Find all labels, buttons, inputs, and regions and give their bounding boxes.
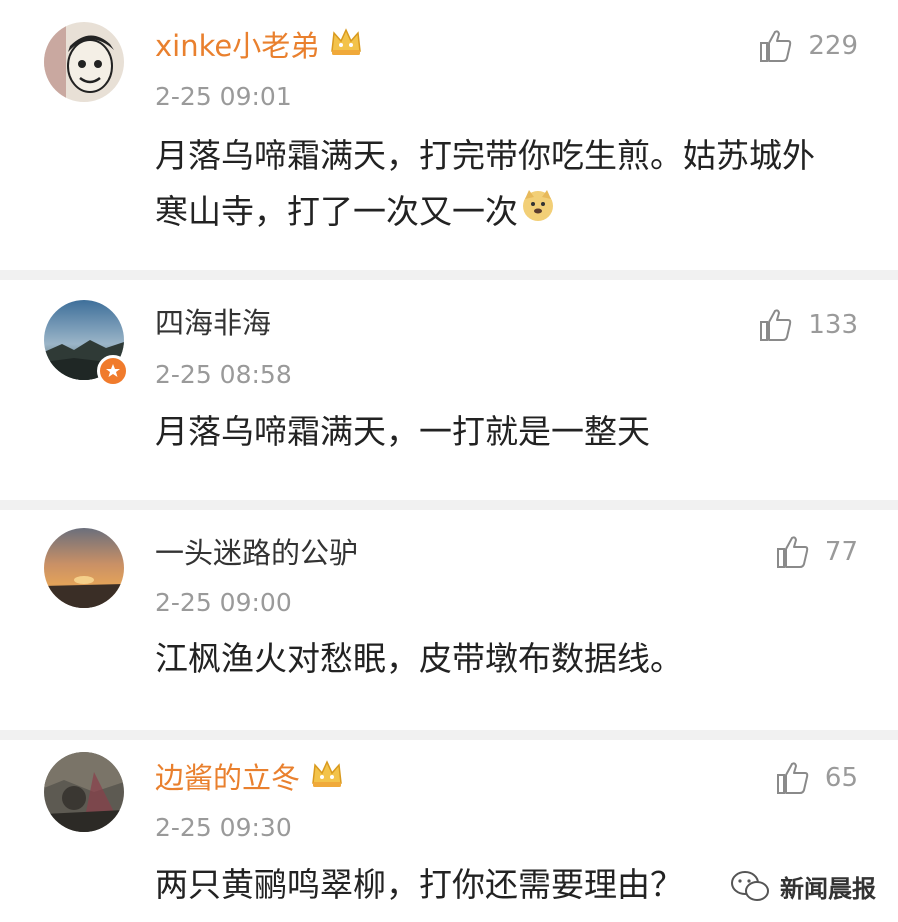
username[interactable]: 一头迷路的公驴: [155, 535, 358, 571]
username-text[interactable]: 一头迷路的公驴: [155, 535, 358, 571]
like-button[interactable]: 65: [775, 760, 858, 796]
user-avatar[interactable]: [44, 528, 124, 608]
thumbs-up-icon: [776, 762, 809, 794]
comment-item: 四海非海 2-25 08:58 133 月落乌啼霜满天，一打就是一整天: [0, 280, 898, 500]
like-button[interactable]: 133: [758, 307, 858, 343]
comment-text-line: 寒山寺，打了一次又一次: [155, 192, 518, 231]
wechat-icon: [731, 870, 769, 901]
comment-time: 2-25 08:58: [155, 360, 292, 389]
comment-item: 一头迷路的公驴 2-25 09:00 77 江枫渔火对愁眠，皮带墩布数据线。: [0, 510, 898, 730]
like-count: 65: [824, 763, 858, 793]
username-text[interactable]: xinke小老弟: [155, 28, 319, 64]
comment-text: 月落乌啼霜满天，打完带你吃生煎。姑苏城外 寒山寺，打了一次又一次: [155, 128, 865, 240]
comment-text: 江枫渔火对愁眠，皮带墩布数据线。: [155, 631, 865, 687]
comment-separator: [0, 730, 898, 740]
watermark: 新闻晨报: [730, 869, 876, 904]
comment-separator: [0, 500, 898, 510]
user-avatar[interactable]: [44, 752, 124, 832]
watermark-text: 新闻晨报: [780, 875, 876, 903]
username[interactable]: 边酱的立冬: [155, 759, 344, 797]
thumbs-up-icon: [760, 30, 792, 62]
comment-text: 月落乌啼霜满天，一打就是一整天: [155, 404, 865, 460]
comment-time: 2-25 09:30: [155, 813, 292, 842]
comment-list: xinke小老弟 2-25 09:01 229 月落乌啼霜满天，打完带你吃生煎。…: [0, 0, 898, 922]
comment-time: 2-25 09:01: [155, 82, 292, 111]
comment-time: 2-25 09:00: [155, 588, 292, 617]
vip-crown-icon: [310, 759, 344, 797]
thumbs-up-icon: [776, 536, 809, 568]
dark-photo-avatar-icon: [44, 752, 124, 832]
username-text[interactable]: 边酱的立冬: [155, 760, 300, 796]
like-count: 77: [824, 537, 858, 567]
like-button[interactable]: 229: [758, 28, 858, 64]
comment-separator: [0, 270, 898, 280]
comment-text-line: 江枫渔火对愁眠，皮带墩布数据线。: [155, 639, 683, 678]
comment-text-line: 月落乌啼霜满天，一打就是一整天: [155, 412, 650, 451]
thumbs-up-icon: [760, 309, 792, 341]
comment-text-line: 月落乌啼霜满天，打完带你吃生煎。姑苏城外: [155, 136, 815, 175]
username[interactable]: xinke小老弟: [155, 27, 363, 65]
like-count: 133: [808, 310, 858, 340]
username-text[interactable]: 四海非海: [155, 305, 271, 341]
like-count: 229: [808, 31, 858, 61]
like-button[interactable]: 77: [775, 534, 858, 570]
verified-badge-icon: [97, 355, 129, 387]
comment-item: xinke小老弟 2-25 09:01 229 月落乌啼霜满天，打完带你吃生煎。…: [0, 0, 898, 270]
user-avatar[interactable]: [44, 22, 124, 102]
doge-emoji-icon: [520, 184, 556, 240]
vip-crown-icon: [329, 27, 363, 65]
username[interactable]: 四海非海: [155, 305, 271, 341]
cartoon-face-avatar-icon: [44, 22, 124, 102]
sunset-avatar-icon: [44, 528, 124, 608]
